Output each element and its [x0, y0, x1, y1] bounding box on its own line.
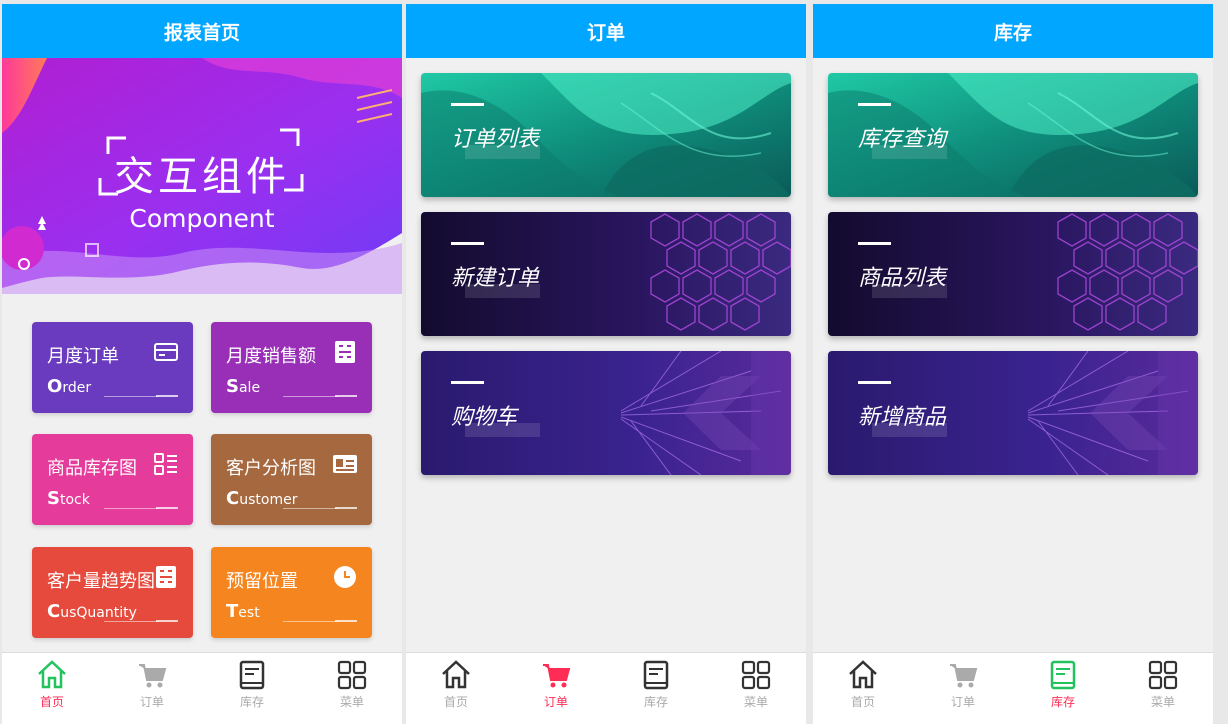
tab-label: 首页	[39, 695, 64, 709]
book-icon	[1050, 660, 1076, 690]
card-reserved[interactable]: 预留位置 Test	[211, 547, 372, 638]
tab-orders[interactable]: 订单	[913, 653, 1013, 724]
card-subtitle: Sale	[226, 376, 261, 397]
tab-label: 菜单	[1150, 695, 1175, 709]
banner-label: 新建订单	[451, 266, 540, 291]
card-subtitle: Order	[47, 376, 92, 397]
card-subtitle: Test	[226, 601, 260, 622]
tab-label: 库存	[643, 695, 668, 709]
tab-label: 订单	[950, 695, 975, 709]
card-title: 月度订单	[47, 346, 119, 367]
stock-query-banner[interactable]: 库存查询	[828, 73, 1198, 197]
tab-home[interactable]: 首页	[406, 653, 506, 724]
tab-label: 订单	[139, 695, 164, 709]
cart-icon	[950, 664, 978, 688]
orders-screen: 订单 订单列表 新建订单 购物车 首页 订单 库存 菜单	[406, 4, 806, 724]
calculator-icon	[156, 566, 176, 588]
page-title: 报表首页	[2, 4, 402, 58]
tab-home[interactable]: 首页	[813, 653, 913, 724]
banner-label: 购物车	[451, 405, 518, 430]
grid-menu-icon	[741, 660, 771, 690]
card-subtitle: Stock	[47, 488, 90, 509]
banner-label: 订单列表	[451, 127, 540, 152]
product-list-banner[interactable]: 商品列表	[828, 212, 1198, 336]
page-title: 库存	[813, 4, 1213, 58]
tab-menu[interactable]: 菜单	[706, 653, 806, 724]
card-monthly-orders[interactable]: 月度订单 Order	[32, 322, 193, 413]
card-title: 预留位置	[226, 571, 298, 592]
clock-icon	[334, 566, 356, 588]
page-title: 订单	[406, 4, 806, 58]
home-icon	[38, 660, 66, 689]
tab-menu[interactable]: 菜单	[302, 653, 402, 724]
tab-stock[interactable]: 库存	[1013, 653, 1113, 724]
tab-bar: 首页 订单 库存 菜单	[2, 652, 402, 724]
add-product-banner[interactable]: 新增商品	[828, 351, 1198, 475]
card-stock-chart[interactable]: 商品库存图 Stock	[32, 434, 193, 525]
home-screen: 报表首页 交互组件 Component 月度订单 Order 月度销售额 Sal…	[2, 4, 402, 724]
tab-bar: 首页 订单 库存 菜单	[813, 652, 1213, 724]
tab-home[interactable]: 首页	[2, 653, 102, 724]
tab-label: 首页	[443, 695, 468, 709]
cart-icon	[543, 664, 571, 688]
card-customer-analysis[interactable]: 客户分析图 Customer	[211, 434, 372, 525]
card-subtitle: Customer	[226, 488, 298, 509]
home-icon	[442, 660, 470, 689]
tab-label: 订单	[543, 695, 568, 709]
banner-label: 库存查询	[858, 127, 947, 152]
grid-menu-icon	[1148, 660, 1178, 690]
banner-label: 商品列表	[858, 266, 947, 291]
tab-bar: 首页 订单 库存 菜单	[406, 652, 806, 724]
card-monthly-sales[interactable]: 月度销售额 Sale	[211, 322, 372, 413]
list-grid-icon	[154, 453, 177, 475]
card-title: 月度销售额	[226, 346, 316, 367]
card-customer-trend[interactable]: 客户量趋势图 CusQuantity	[32, 547, 193, 638]
tab-orders[interactable]: 订单	[506, 653, 606, 724]
card-title: 客户分析图	[226, 458, 316, 479]
book-icon	[643, 660, 669, 690]
grid-menu-icon	[337, 660, 367, 690]
tab-stock[interactable]: 库存	[202, 653, 302, 724]
new-order-banner[interactable]: 新建订单	[421, 212, 791, 336]
banner-subtitle: Component	[129, 204, 275, 233]
banner-label: 新增商品	[858, 405, 947, 430]
banner-title: 交互组件	[114, 154, 290, 200]
card-title: 商品库存图	[47, 458, 137, 479]
order-list-banner[interactable]: 订单列表	[421, 73, 791, 197]
tab-menu[interactable]: 菜单	[1113, 653, 1213, 724]
tab-label: 菜单	[743, 695, 768, 709]
card-subtitle: CusQuantity	[47, 601, 137, 622]
tab-label: 库存	[239, 695, 264, 709]
calculator-icon	[335, 341, 355, 363]
home-icon	[849, 660, 877, 689]
cart-banner[interactable]: 购物车	[421, 351, 791, 475]
card-icon	[154, 343, 178, 361]
card-title: 客户量趋势图	[47, 571, 155, 592]
tab-label: 库存	[1050, 695, 1075, 709]
tab-label: 菜单	[339, 695, 364, 709]
tab-label: 首页	[850, 695, 875, 709]
book-icon	[239, 660, 265, 690]
stock-screen: 库存 库存查询 商品列表 新增商品 首页 订单 库存 菜单	[813, 4, 1213, 724]
tab-orders[interactable]: 订单	[102, 653, 202, 724]
tab-stock[interactable]: 库存	[606, 653, 706, 724]
cart-icon	[139, 664, 167, 688]
component-banner: 交互组件 Component	[2, 58, 402, 294]
id-card-icon	[333, 455, 357, 473]
